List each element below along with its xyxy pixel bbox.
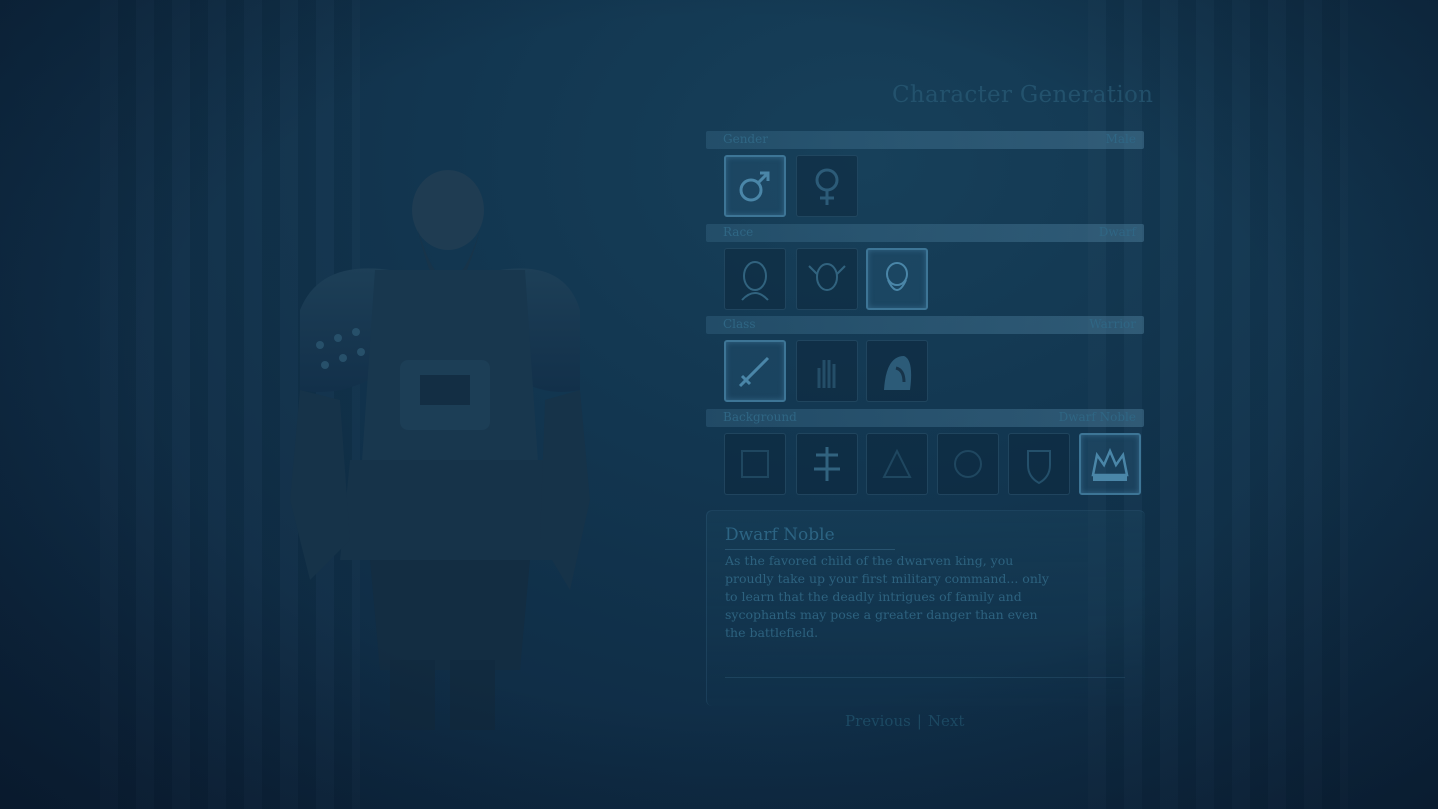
race-label: Race [723,225,754,239]
human-portrait-icon [741,261,769,301]
background-section-header: Background Dwarf Noble [706,409,1144,427]
background-3-icon [882,448,912,478]
race-human-option[interactable] [724,248,786,310]
description-title-divider [725,549,895,550]
background-option-2[interactable] [796,433,858,495]
shield-icon [1027,450,1051,485]
class-value: Warrior [1089,317,1136,331]
background-4-icon [954,450,982,478]
navigation-bar: Previous | Next [845,712,964,730]
female-symbol-icon [815,168,839,205]
class-section-header: Class Warrior [706,316,1144,334]
elf-portrait-icon [808,263,846,291]
magic-hand-icon [817,360,836,388]
hooded-rogue-icon [884,356,912,390]
gender-male-option[interactable] [724,155,786,217]
screen-title: Character Generation [892,82,1154,108]
race-value: Dwarf [1098,225,1136,239]
background-dwarf-noble-option[interactable] [1079,433,1141,495]
background-option-4[interactable] [937,433,999,495]
background-label: Background [723,410,797,424]
next-button[interactable]: Next [928,712,965,730]
class-mage-option[interactable] [796,340,858,402]
gender-label: Gender [723,132,768,146]
background-option-3[interactable] [866,433,928,495]
male-symbol-icon [739,171,770,202]
background-value: Dwarf Noble [1058,410,1136,424]
sword-icon [738,356,770,388]
class-label: Class [723,317,756,331]
description-text: As the favored child of the dwarven king… [725,553,1049,640]
previous-button[interactable]: Previous [845,712,911,730]
race-elf-option[interactable] [796,248,858,310]
gender-section-header: Gender Male [706,131,1144,149]
class-rogue-option[interactable] [866,340,928,402]
character-model [290,170,590,730]
crown-icon [1091,447,1129,481]
background-option-5[interactable] [1008,433,1070,495]
description-panel: Dwarf Noble As the favored child of the … [706,510,1145,706]
class-warrior-option[interactable] [724,340,786,402]
gender-value: Male [1105,132,1136,146]
background-option-1[interactable] [724,433,786,495]
background-1-icon [741,450,769,478]
description-title: Dwarf Noble [725,525,835,545]
race-dwarf-option[interactable] [866,248,928,310]
nav-separator: | [916,712,922,730]
race-section-header: Race Dwarf [706,224,1144,242]
description-bottom-divider [725,677,1125,678]
dwarf-portrait-icon [886,262,908,291]
gender-female-option[interactable] [796,155,858,217]
crossed-weapons-icon [814,447,840,481]
